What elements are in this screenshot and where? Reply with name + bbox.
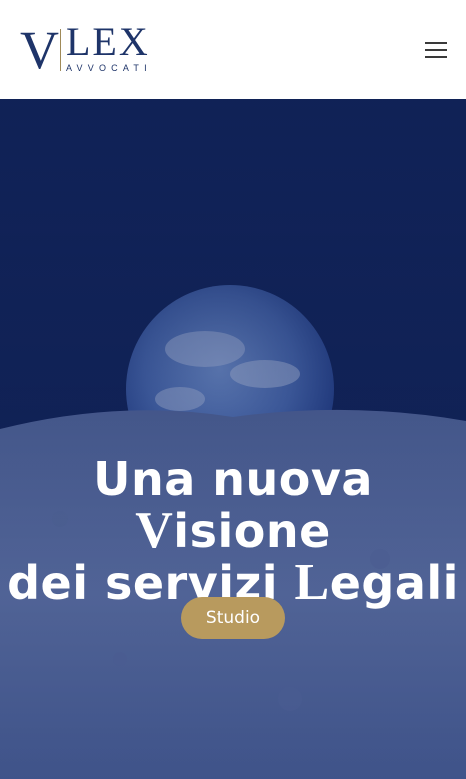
menu-bar [425,55,447,58]
menu-bar [425,48,447,51]
logo-mark: V [20,19,59,80]
hamburger-menu-icon[interactable] [425,41,447,58]
studio-button[interactable]: Studio [181,597,285,639]
hero-title: Una nuova Visione dei servizi Legali [0,454,466,609]
hero-overlay [0,99,466,779]
title-line-1: Una nuova Visione [93,452,373,559]
logo-wordmark: LEX AVVOCATI [66,19,152,74]
logo-divider [60,28,61,71]
site-header: V LEX AVVOCATI [0,0,466,99]
menu-bar [425,41,447,44]
logo-name: LEX [66,19,150,64]
logo-tagline: AVVOCATI [66,63,152,73]
hero-section: Una nuova Visione dei servizi Legali Stu… [0,99,466,779]
vlex-logo[interactable]: V LEX AVVOCATI [20,19,152,80]
